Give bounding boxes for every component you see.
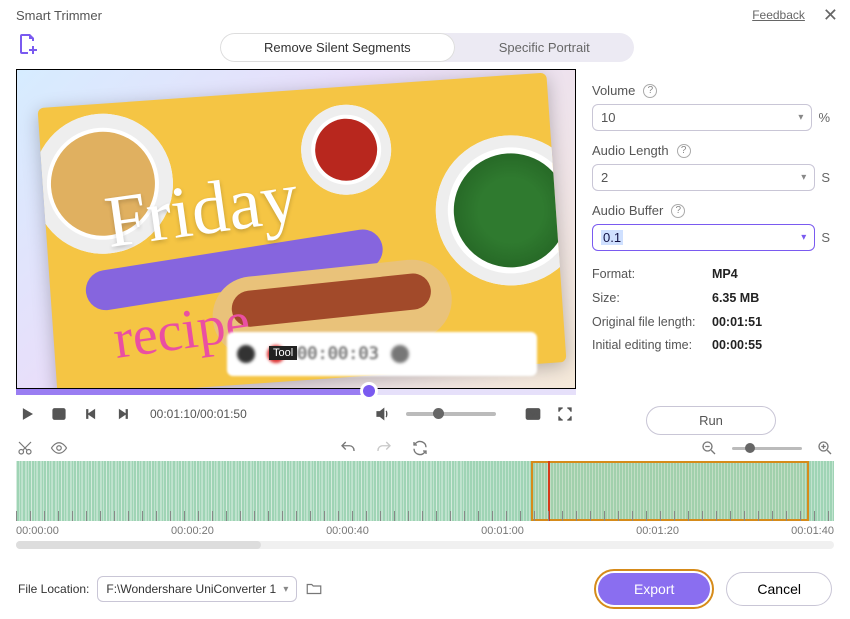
audio-buffer-select[interactable]: 0.1▾ [592, 224, 815, 251]
feedback-link[interactable]: Feedback [752, 8, 805, 22]
cancel-button[interactable]: Cancel [726, 572, 832, 606]
help-icon[interactable]: ? [671, 204, 685, 218]
refresh-icon[interactable] [411, 439, 429, 457]
size-label: Size: [592, 287, 712, 311]
video-preview[interactable]: Friday recipe 00:00:03 Tool [16, 69, 576, 389]
waveform-cursor[interactable] [548, 461, 550, 521]
file-location-select[interactable]: F:\Wondershare UniConverter 1▾ [97, 576, 297, 602]
help-icon[interactable]: ? [643, 84, 657, 98]
waveform[interactable] [16, 461, 834, 521]
volume-unit: % [818, 110, 830, 125]
help-icon[interactable]: ? [677, 144, 691, 158]
zoom-slider[interactable] [732, 447, 802, 450]
prev-icon[interactable] [82, 405, 100, 423]
run-button[interactable]: Run [646, 406, 776, 435]
export-highlight: Export [594, 569, 714, 609]
window-title: Smart Trimmer [16, 8, 102, 23]
format-value: MP4 [712, 267, 738, 281]
open-folder-icon[interactable] [305, 580, 323, 598]
init-edit-label: Initial editing time: [592, 334, 712, 358]
progress-scrubber[interactable] [16, 389, 576, 395]
snapshot-icon[interactable] [524, 405, 542, 423]
tool-tag: Tool [269, 346, 297, 360]
fullscreen-icon[interactable] [556, 405, 574, 423]
tab-remove-silent[interactable]: Remove Silent Segments [220, 33, 455, 62]
play-next-icon[interactable] [50, 405, 68, 423]
audio-buffer-unit: S [821, 230, 830, 245]
audio-length-select[interactable]: 2▾ [592, 164, 815, 191]
audio-length-label: Audio Length [592, 143, 669, 158]
export-button[interactable]: Export [598, 573, 710, 605]
mode-tabs: Remove Silent Segments Specific Portrait [220, 33, 634, 62]
init-edit-value: 00:00:55 [712, 338, 762, 352]
file-location-label: File Location: [18, 582, 89, 596]
size-value: 6.35 MB [712, 291, 759, 305]
waveform-selection[interactable] [531, 461, 809, 521]
format-label: Format: [592, 263, 712, 287]
volume-slider[interactable] [406, 412, 496, 416]
orig-length-label: Original file length: [592, 311, 712, 335]
timeline-scrollbar[interactable] [16, 541, 834, 549]
volume-select[interactable]: 10▾ [592, 104, 812, 131]
next-icon[interactable] [114, 405, 132, 423]
close-icon[interactable]: ✕ [823, 6, 838, 24]
orig-length-value: 00:01:51 [712, 315, 762, 329]
timecode: 00:01:10/00:01:50 [150, 407, 247, 421]
timeline-ticks: 00:00:0000:00:2000:00:4000:01:0000:01:20… [0, 521, 850, 537]
audio-length-unit: S [821, 170, 830, 185]
tab-specific-portrait[interactable]: Specific Portrait [455, 33, 634, 62]
play-icon[interactable] [18, 405, 36, 423]
undo-icon[interactable] [339, 439, 357, 457]
zoom-out-icon[interactable] [700, 439, 718, 457]
volume-label: Volume [592, 83, 635, 98]
eye-icon[interactable] [50, 439, 68, 457]
volume-icon[interactable] [374, 405, 392, 423]
redo-icon[interactable] [375, 439, 393, 457]
audio-buffer-label: Audio Buffer [592, 203, 663, 218]
cut-icon[interactable] [16, 439, 34, 457]
zoom-in-icon[interactable] [816, 439, 834, 457]
add-file-icon[interactable] [16, 32, 40, 63]
